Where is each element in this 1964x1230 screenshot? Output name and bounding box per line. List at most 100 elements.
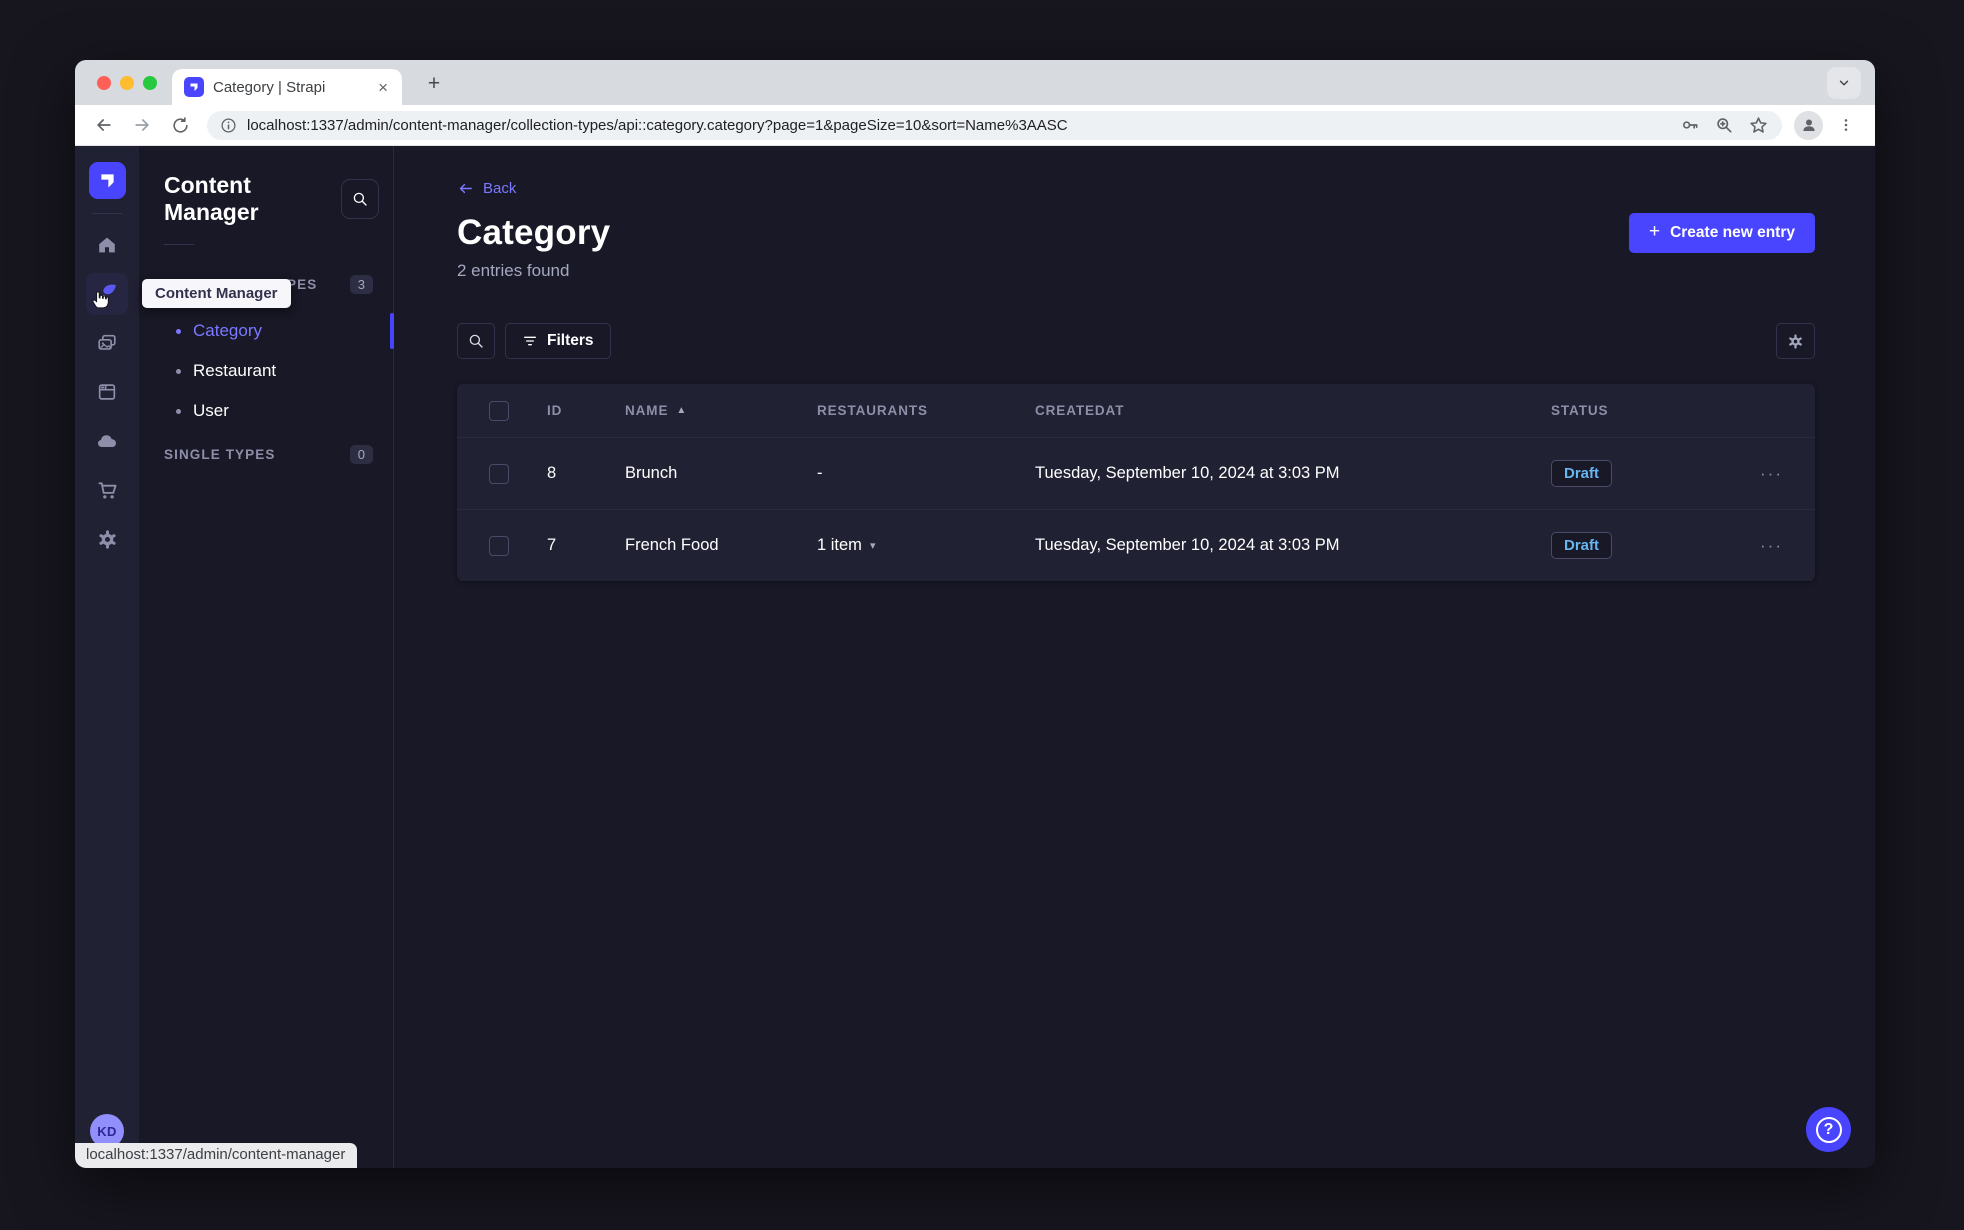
sidebar-item-label: User bbox=[193, 401, 229, 420]
password-key-icon[interactable] bbox=[1680, 115, 1700, 135]
page-title: Category bbox=[457, 213, 611, 252]
window-minimize-button[interactable] bbox=[120, 76, 134, 90]
browser-toolbar: localhost:1337/admin/content-manager/col… bbox=[75, 105, 1875, 146]
nav-content-manager-button[interactable] bbox=[86, 273, 128, 315]
new-tab-button[interactable]: + bbox=[420, 70, 448, 98]
content-manager-subnav: Content Manager COLLECTION TYPES 3 Categ… bbox=[139, 146, 394, 1168]
cell-id: 7 bbox=[547, 536, 557, 554]
filters-button[interactable]: Filters bbox=[505, 323, 611, 359]
item-bullet bbox=[176, 368, 181, 374]
create-new-entry-button[interactable]: + Create new entry bbox=[1628, 213, 1815, 253]
row-actions-button[interactable]: ··· bbox=[1754, 464, 1815, 484]
header-restaurants[interactable]: RESTAURANTS bbox=[817, 403, 1035, 418]
subnav-search-button[interactable] bbox=[341, 179, 379, 219]
gear-icon bbox=[98, 529, 116, 549]
zoom-icon[interactable] bbox=[1714, 115, 1734, 135]
cell-restaurants[interactable]: 1 item ▾ bbox=[817, 536, 1035, 555]
window-close-button[interactable] bbox=[97, 76, 111, 90]
cell-createdat: Tuesday, September 10, 2024 at 3:03 PM bbox=[1035, 464, 1340, 482]
help-icon: ? bbox=[1815, 1116, 1842, 1143]
cell-restaurants: - bbox=[817, 464, 823, 482]
row-checkbox[interactable] bbox=[489, 535, 509, 556]
site-info-icon[interactable] bbox=[220, 117, 237, 134]
header-id[interactable]: ID bbox=[547, 403, 625, 418]
strapi-favicon bbox=[184, 77, 204, 97]
main-panel: Back Category + Create new entry 2 entri… bbox=[394, 146, 1875, 1168]
header-name[interactable]: NAME ▲ bbox=[625, 403, 817, 418]
entries-count: 2 entries found bbox=[457, 261, 570, 280]
chevron-down-icon: ▾ bbox=[869, 540, 876, 552]
nav-settings-button[interactable] bbox=[86, 518, 128, 560]
table-search-button[interactable] bbox=[457, 323, 495, 359]
cell-name: French Food bbox=[625, 536, 719, 554]
sidebar-item-restaurant[interactable]: Restaurant bbox=[139, 351, 393, 391]
back-button[interactable] bbox=[89, 110, 119, 140]
search-icon bbox=[469, 334, 483, 348]
collection-types-count-badge: 3 bbox=[349, 274, 373, 294]
profile-person-icon bbox=[1802, 119, 1815, 131]
header-createdat[interactable]: CREATEDAT bbox=[1035, 403, 1551, 418]
url-bar[interactable]: localhost:1337/admin/content-manager/col… bbox=[207, 110, 1782, 140]
reload-button[interactable] bbox=[165, 110, 195, 140]
url-text: localhost:1337/admin/content-manager/col… bbox=[247, 116, 1068, 134]
strapi-logo[interactable] bbox=[88, 162, 126, 199]
single-types-header: SINGLE TYPES 0 bbox=[139, 441, 393, 467]
sidebar-item-user[interactable]: User bbox=[139, 391, 393, 431]
create-button-label: Create new entry bbox=[1670, 224, 1795, 241]
table-row[interactable]: 8 Brunch - Tuesday, September 10, 2024 a… bbox=[457, 437, 1815, 509]
tab-title: Category | Strapi bbox=[213, 78, 326, 96]
nav-home-button[interactable] bbox=[86, 224, 128, 266]
link-preview-status-bar: localhost:1337/admin/content-manager bbox=[75, 1143, 358, 1168]
home-icon bbox=[99, 237, 115, 253]
kebab-menu-icon bbox=[1844, 119, 1848, 131]
single-types-label: SINGLE TYPES bbox=[164, 446, 276, 462]
tab-close-icon[interactable]: × bbox=[374, 77, 392, 98]
strapi-admin: KD Content Manager COLLECTION TYPES 3 bbox=[75, 146, 1875, 1168]
select-all-checkbox[interactable] bbox=[489, 400, 509, 421]
sidebar-item-category[interactable]: Category bbox=[139, 311, 394, 351]
bookmark-star-icon[interactable] bbox=[1748, 115, 1769, 136]
back-label: Back bbox=[483, 180, 517, 197]
status-badge: Draft bbox=[1551, 532, 1613, 559]
status-badge: Draft bbox=[1551, 460, 1613, 487]
nav-deploy-button[interactable] bbox=[86, 420, 128, 462]
filters-row: Filters bbox=[457, 323, 1815, 359]
media-library-icon bbox=[98, 334, 116, 350]
tab-search-button[interactable] bbox=[1827, 67, 1861, 99]
traffic-lights bbox=[97, 76, 157, 90]
entries-table: ID NAME ▲ RESTAURANTS CREATEDAT STATUS 8… bbox=[457, 384, 1815, 581]
filter-icon bbox=[524, 336, 536, 346]
forward-button[interactable] bbox=[127, 110, 157, 140]
view-settings-button[interactable] bbox=[1776, 323, 1815, 359]
row-checkbox[interactable] bbox=[489, 463, 509, 484]
omnibox-actions bbox=[1680, 115, 1769, 136]
cloud-icon bbox=[98, 435, 116, 447]
nav-media-library-button[interactable] bbox=[86, 322, 128, 364]
browser-menu-button[interactable] bbox=[1831, 110, 1861, 140]
sidebar-item-label: Restaurant bbox=[193, 361, 277, 380]
filters-button-label: Filters bbox=[547, 332, 594, 349]
header-status[interactable]: STATUS bbox=[1551, 403, 1754, 418]
cell-name: Brunch bbox=[625, 464, 678, 482]
window-zoom-button[interactable] bbox=[143, 76, 157, 90]
help-button[interactable]: ? bbox=[1806, 1107, 1851, 1152]
search-icon bbox=[353, 192, 367, 206]
nav-marketplace-button[interactable] bbox=[86, 469, 128, 511]
table-row[interactable]: 7 French Food 1 item ▾ Tuesday, Septembe… bbox=[457, 509, 1815, 581]
active-indicator bbox=[390, 313, 394, 349]
main-nav-rail: KD bbox=[75, 146, 139, 1168]
single-types-count-badge: 0 bbox=[349, 444, 373, 464]
back-link[interactable]: Back bbox=[457, 180, 516, 197]
subnav-title: Content Manager bbox=[164, 172, 259, 225]
chevron-down-icon bbox=[1839, 80, 1849, 86]
row-actions-button[interactable]: ··· bbox=[1754, 536, 1815, 556]
sidebar-item-label: Category bbox=[193, 321, 262, 340]
nav-divider bbox=[92, 213, 122, 214]
sort-asc-icon: ▲ bbox=[676, 405, 688, 416]
tab-strip: Category | Strapi × + bbox=[75, 60, 1875, 105]
browser-tab[interactable]: Category | Strapi × bbox=[172, 69, 402, 105]
browser-profile-button[interactable] bbox=[1794, 110, 1823, 140]
subnav-divider bbox=[164, 244, 194, 245]
nav-content-type-builder-button[interactable] bbox=[86, 371, 128, 413]
gear-icon bbox=[1789, 333, 1802, 349]
